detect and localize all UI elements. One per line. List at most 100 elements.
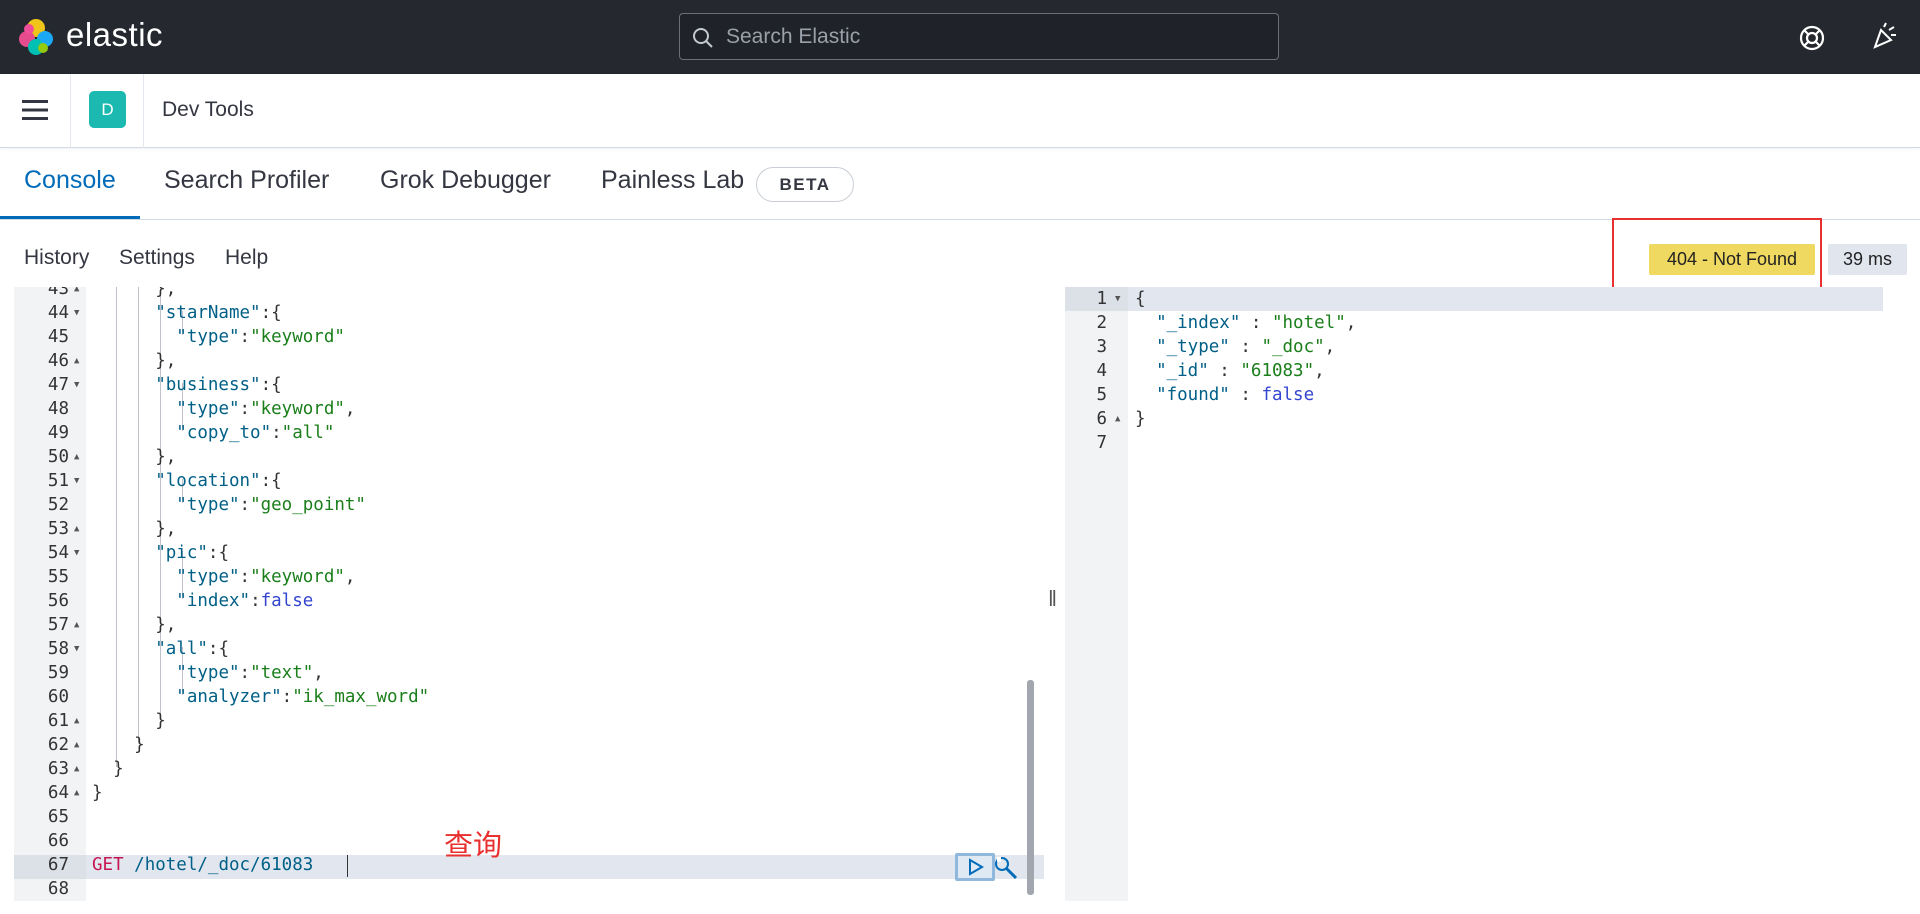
- line-number: 6: [1096, 409, 1107, 429]
- wrench-icon[interactable]: [993, 855, 1019, 881]
- code-line: 3 "_type" : "_doc",: [1065, 335, 1883, 359]
- fold-expand-icon[interactable]: ▲: [74, 613, 79, 637]
- code-text: "business":{: [155, 375, 282, 395]
- code-line: 58 ▼ "all":{: [14, 637, 1044, 661]
- hamburger-menu-icon[interactable]: [22, 99, 48, 121]
- code-line: 6 ▲}: [1065, 407, 1883, 431]
- code-line: 1 ▼ {: [1065, 287, 1883, 311]
- line-number: 45: [47, 327, 69, 347]
- line-number: 44: [47, 303, 69, 323]
- line-number: 46: [47, 351, 69, 371]
- code-line: 66: [14, 829, 1044, 853]
- code-line: 47 ▼ "business":{: [14, 373, 1044, 397]
- fold-collapse-icon[interactable]: ▼: [74, 469, 79, 493]
- response-time-badge: 39 ms: [1828, 244, 1907, 275]
- request-editor[interactable]: 43 ▲ }, 44 ▼ "starName":{45 "type":"keyword…: [14, 287, 1044, 901]
- fold-expand-icon[interactable]: ▲: [74, 445, 79, 469]
- fold-collapse-icon[interactable]: ▼: [74, 373, 79, 397]
- fold-expand-icon[interactable]: ▲: [74, 517, 79, 541]
- line-number: 43: [47, 287, 69, 299]
- line-number: 65: [47, 807, 69, 827]
- history-link[interactable]: History: [24, 246, 89, 270]
- fold-collapse-icon[interactable]: ▼: [74, 301, 79, 325]
- code-text: "type":"keyword",: [176, 399, 356, 419]
- code-line: 2 "_index" : "hotel",: [1065, 311, 1883, 335]
- fold-expand-icon[interactable]: ▲: [74, 709, 79, 733]
- tab-grok-debugger[interactable]: Grok Debugger: [380, 166, 551, 204]
- line-number: 52: [47, 495, 69, 515]
- code-text: "type":"text",: [176, 663, 324, 683]
- code-text: },: [92, 287, 177, 299]
- code-text: "index":false: [176, 591, 314, 611]
- code-text: "analyzer":"ik_max_word": [176, 687, 430, 707]
- code-text: "_id" : "61083",: [1156, 361, 1325, 381]
- code-line: 50 ▲ },: [14, 445, 1044, 469]
- annotation-label: 查询: [444, 828, 503, 862]
- tab-console[interactable]: Console: [24, 166, 116, 204]
- global-search[interactable]: [679, 13, 1279, 60]
- code-line: 51 ▼ "location":{: [14, 469, 1044, 493]
- fold-expand-icon[interactable]: ▲: [74, 757, 79, 781]
- code-text: },: [92, 447, 177, 467]
- code-line: 54 ▼ "pic":{: [14, 541, 1044, 565]
- panel-resizer[interactable]: ‖: [1048, 586, 1057, 612]
- fold-expand-icon[interactable]: ▲: [74, 349, 79, 373]
- code-text: }: [1135, 409, 1146, 429]
- elastic-wordmark[interactable]: elastic: [66, 16, 163, 54]
- line-number: 1: [1096, 289, 1107, 309]
- code-line: 63 ▲ }: [14, 757, 1044, 781]
- fold-collapse-icon[interactable]: ▼: [74, 637, 79, 661]
- code-line: 61 ▲ }: [14, 709, 1044, 733]
- code-line: 55 "type":"keyword",: [14, 565, 1044, 589]
- fold-expand-icon[interactable]: ▲: [74, 733, 79, 757]
- code-text: "type":"geo_point": [176, 495, 366, 515]
- code-line: 68: [14, 877, 1044, 901]
- line-number: 63: [47, 759, 69, 779]
- search-input[interactable]: [726, 14, 1266, 59]
- line-number: 2: [1096, 313, 1107, 333]
- code-text: "type":"keyword": [176, 327, 345, 347]
- code-text: {: [1135, 289, 1146, 309]
- fold-expand-icon[interactable]: ▲: [1115, 407, 1120, 431]
- fold-collapse-icon[interactable]: ▼: [1115, 287, 1120, 311]
- settings-link[interactable]: Settings: [119, 246, 195, 270]
- line-number: 59: [47, 663, 69, 683]
- beta-badge: BETA: [756, 167, 854, 202]
- code-line: 53 ▲ },: [14, 517, 1044, 541]
- fold-collapse-icon[interactable]: ▼: [74, 541, 79, 565]
- line-number: 68: [47, 879, 69, 899]
- play-icon: [969, 858, 984, 876]
- elastic-logo-icon[interactable]: [16, 17, 56, 57]
- code-line: 56 "index":false: [14, 589, 1044, 613]
- line-number: 67: [47, 855, 69, 875]
- code-text: "copy_to":"all": [176, 423, 335, 443]
- fold-expand-icon[interactable]: ▲: [74, 287, 79, 301]
- code-text: }: [92, 759, 124, 779]
- code-line: 49 "copy_to":"all": [14, 421, 1044, 445]
- code-line: 5 "found" : false: [1065, 383, 1883, 407]
- tab-painless-lab[interactable]: Painless Lab: [601, 166, 744, 204]
- line-number: 57: [47, 615, 69, 635]
- code-text: "_index" : "hotel",: [1156, 313, 1357, 333]
- tab-search-profiler[interactable]: Search Profiler: [164, 166, 329, 204]
- code-line: 44 ▼ "starName":{: [14, 301, 1044, 325]
- code-line: 4 "_id" : "61083",: [1065, 359, 1883, 383]
- send-request-button[interactable]: [955, 853, 995, 881]
- space-avatar[interactable]: D: [89, 91, 126, 128]
- code-line: 46 ▲ },: [14, 349, 1044, 373]
- code-text: "starName":{: [155, 303, 282, 323]
- help-icon[interactable]: [1798, 24, 1826, 52]
- code-text: "all":{: [155, 639, 229, 659]
- header-divider: [70, 74, 71, 148]
- line-number: 58: [47, 639, 69, 659]
- line-number: 56: [47, 591, 69, 611]
- line-number: 55: [47, 567, 69, 587]
- help-link[interactable]: Help: [225, 246, 268, 270]
- fold-expand-icon[interactable]: ▲: [74, 781, 79, 805]
- line-number: 47: [47, 375, 69, 395]
- line-number: 5: [1096, 385, 1107, 405]
- request-editor-scrollbar[interactable]: [1027, 680, 1034, 895]
- text-cursor: [347, 855, 348, 877]
- newsfeed-icon[interactable]: [1869, 21, 1899, 51]
- code-text: }: [92, 711, 166, 731]
